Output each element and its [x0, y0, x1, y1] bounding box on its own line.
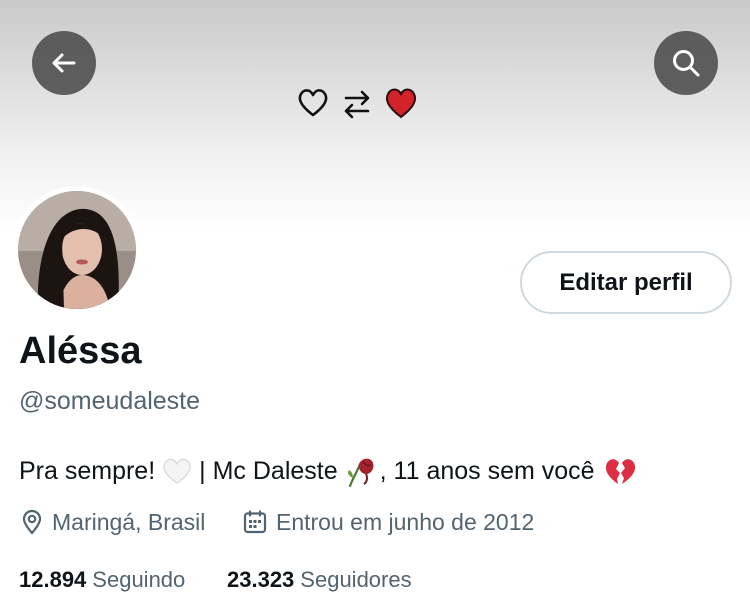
join-date-text: Entrou em junho de 2012 [276, 508, 535, 535]
bio-text-2: | Mc Daleste [199, 456, 338, 485]
location-pin-icon [22, 509, 42, 535]
white-heart-emoji [163, 458, 191, 484]
swap-arrows-icon [344, 90, 370, 119]
arrow-left-icon [52, 53, 76, 73]
broken-heart-emoji [605, 459, 635, 484]
heart-filled-icon [385, 88, 417, 119]
location: Maringá, Brasil [21, 507, 205, 537]
back-button[interactable] [32, 31, 96, 95]
bio-text-3: , 11 anos sem você [379, 456, 595, 485]
search-button[interactable] [654, 31, 718, 95]
display-name: Aléssa [19, 330, 142, 372]
bio: Pra sempre! | Mc Daleste , 11 anos sem v… [19, 453, 643, 489]
bio-text-1: Pra sempre! [19, 456, 156, 485]
search-icon [673, 50, 700, 77]
join-date: Entrou em junho de 2012 [243, 507, 534, 537]
calendar-icon [243, 510, 267, 534]
followers-label: Seguidores [300, 567, 412, 592]
edit-profile-button[interactable]: Editar perfil [520, 251, 732, 314]
profile-banner[interactable] [0, 0, 750, 230]
followers-link[interactable]: 23.323 Seguidores [227, 564, 412, 596]
banner-art [298, 88, 417, 119]
heart-outline-icon [298, 89, 328, 117]
wilted-rose-emoji [347, 458, 374, 488]
avatar[interactable] [13, 186, 141, 314]
followers-count: 23.323 [227, 567, 295, 592]
avatar-photo [18, 191, 136, 309]
following-count: 12.894 [19, 567, 87, 592]
following-label: Seguindo [92, 567, 186, 592]
following-link[interactable]: 12.894 Seguindo [19, 564, 185, 596]
user-handle: @someudaleste [19, 387, 201, 415]
location-text: Maringá, Brasil [52, 508, 206, 535]
